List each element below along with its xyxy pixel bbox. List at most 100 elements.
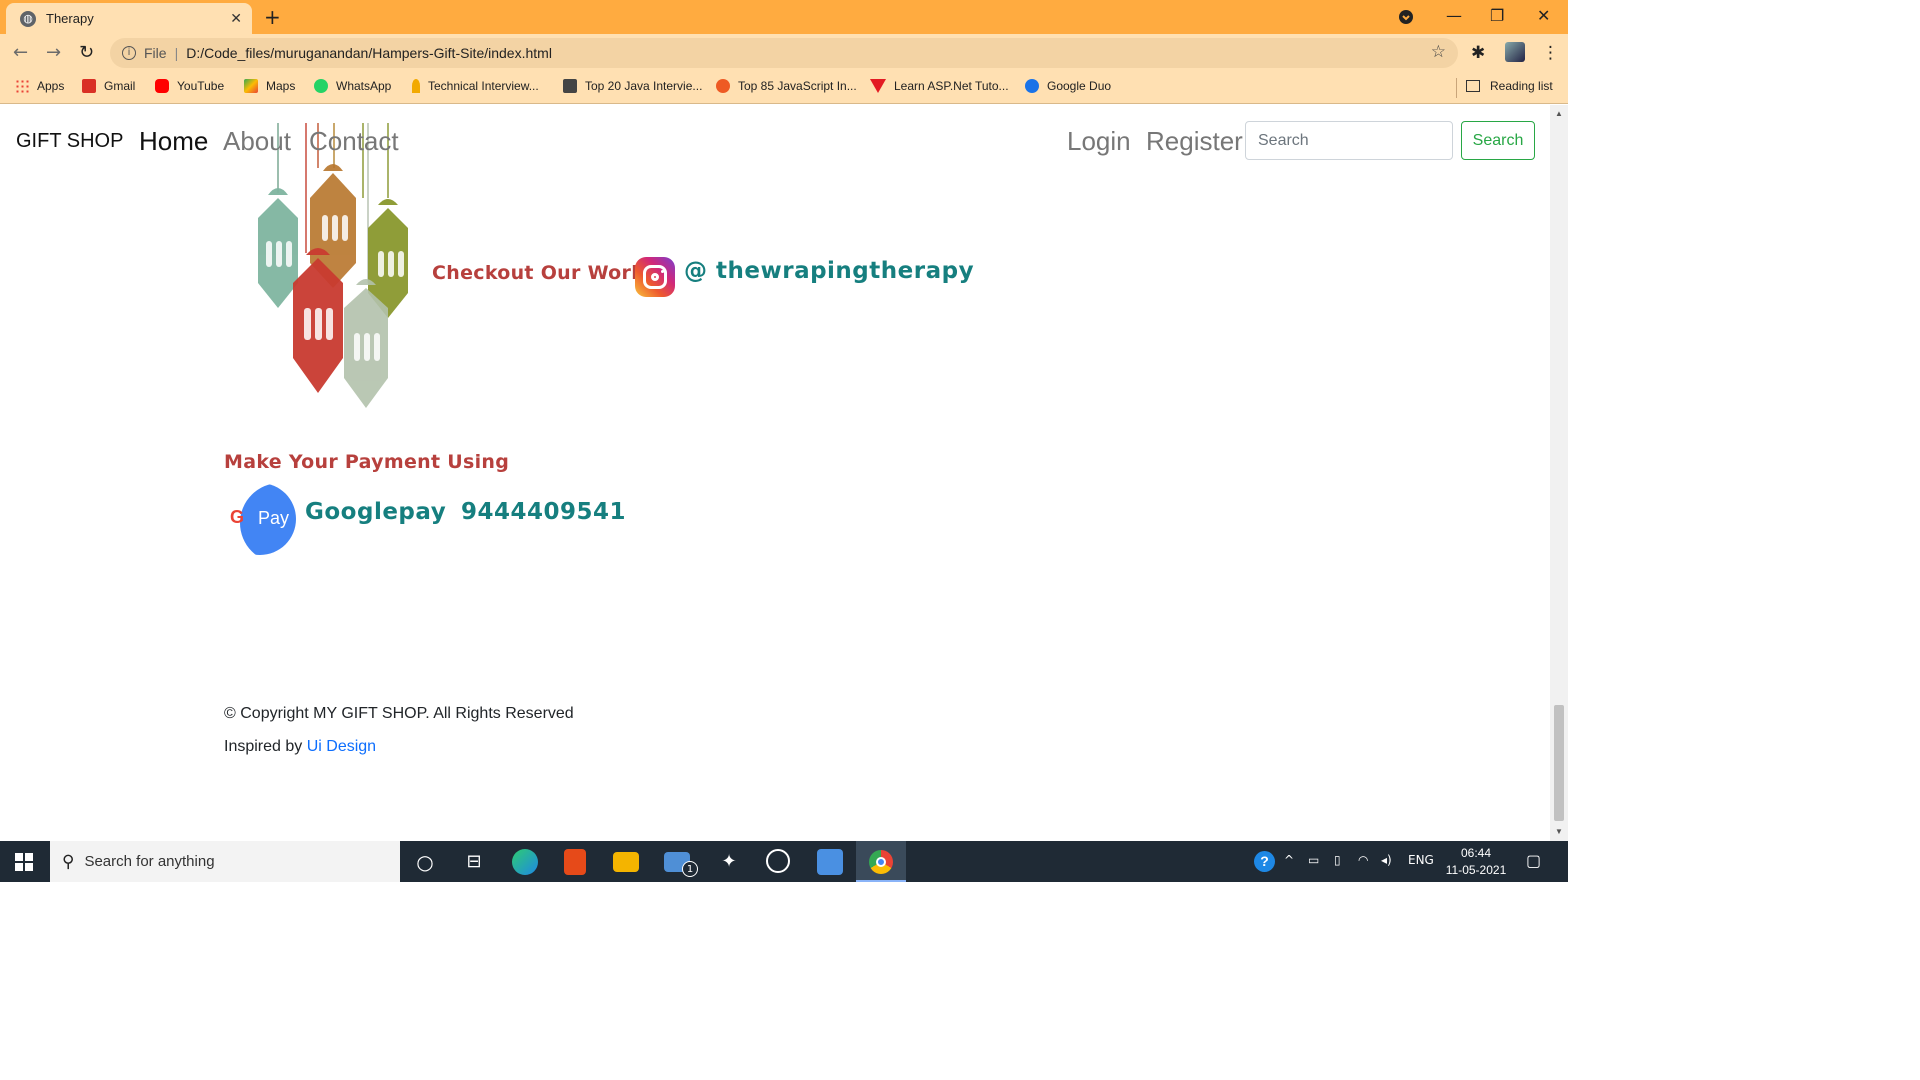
payment-method: Googlepay	[305, 499, 447, 525]
bookmark-technical-interview[interactable]: Technical Interview...	[412, 79, 539, 93]
minimize-icon[interactable]: —	[1446, 6, 1462, 25]
store-icon[interactable]	[817, 849, 843, 875]
bookmark-google-duo[interactable]: Google Duo	[1025, 79, 1111, 93]
register-link[interactable]: Register	[1146, 126, 1243, 157]
search-button[interactable]: Search	[1461, 121, 1535, 160]
globe-icon: ◍	[20, 10, 36, 27]
instagram-icon[interactable]	[635, 257, 675, 297]
google-duo-icon	[1025, 79, 1039, 93]
maps-icon	[244, 79, 258, 93]
nav-contact[interactable]: Contact	[309, 126, 399, 157]
browser-toolbar: ← → ↻ i File | D:/Code_files/murugananda…	[0, 34, 1568, 72]
apps-grid-icon	[15, 79, 29, 93]
new-tab-button[interactable]: +	[264, 5, 281, 29]
help-icon[interactable]: ?	[1254, 851, 1275, 872]
bookmark-label: Apps	[37, 79, 65, 93]
file-explorer-icon[interactable]	[613, 852, 639, 872]
dropbox-icon[interactable]: ✦	[716, 849, 742, 875]
nav-home[interactable]: Home	[139, 126, 208, 157]
ui-design-link[interactable]: Ui Design	[307, 738, 376, 755]
task-view-icon[interactable]: ⊟	[461, 849, 487, 875]
technical-interview-icon	[412, 79, 420, 93]
search-input[interactable]: Search	[1245, 121, 1453, 160]
bookmark-label: WhatsApp	[336, 79, 392, 93]
chevron-up-icon[interactable]: ^	[1284, 853, 1294, 867]
url-scheme: File	[144, 45, 167, 61]
bookmark-label: Gmail	[104, 79, 136, 93]
close-window-icon[interactable]: ✕	[1537, 6, 1550, 25]
bookmark-youtube[interactable]: YouTube	[155, 79, 224, 93]
payment-phone: 9444409541	[461, 499, 627, 525]
youtube-icon	[155, 79, 169, 93]
bookmark-java-interview[interactable]: Top 20 Java Intervie...	[563, 79, 702, 93]
taskbar-search-placeholder: Search for anything	[84, 853, 215, 870]
restore-icon[interactable]: ❐	[1490, 6, 1504, 25]
browser-tab[interactable]: ◍ Therapy ✕	[6, 3, 252, 34]
tab-title: Therapy	[46, 11, 94, 26]
edge-icon[interactable]	[512, 849, 538, 875]
checkout-text: Checkout Our Work	[432, 262, 645, 284]
clock-date: 11-05-2021	[1445, 863, 1507, 877]
office-icon[interactable]	[564, 849, 586, 875]
bookmarks-bar: Apps Gmail YouTube Maps WhatsApp Technic…	[0, 72, 1568, 104]
navbar-brand[interactable]: GIFT SHOP	[16, 130, 123, 153]
asp-net-icon	[870, 79, 886, 93]
search-icon: ⚲	[62, 851, 75, 872]
instagram-dot	[661, 270, 664, 273]
nav-about[interactable]: About	[223, 126, 291, 157]
scroll-thumb[interactable]	[1554, 705, 1564, 821]
gpay-logo-text: Pay	[258, 508, 290, 528]
clock[interactable]: 06:44 11-05-2021	[1440, 845, 1512, 879]
bookmark-whatsapp[interactable]: WhatsApp	[314, 79, 391, 93]
device-icon[interactable]: ▯	[1334, 853, 1341, 867]
tab-search-icon[interactable]	[1398, 9, 1414, 29]
battery-icon[interactable]: ▭	[1308, 853, 1319, 867]
language-indicator[interactable]: ENG	[1408, 853, 1434, 867]
bookmark-label: YouTube	[177, 79, 225, 93]
bookmark-apps[interactable]: Apps	[15, 79, 64, 93]
java-site-icon	[563, 79, 577, 93]
address-bar[interactable]: i File | D:/Code_files/muruganandan/Hamp…	[110, 38, 1458, 68]
profile-avatar[interactable]	[1505, 42, 1525, 62]
gmail-icon	[82, 79, 96, 93]
login-link[interactable]: Login	[1067, 126, 1131, 157]
menu-icon[interactable]: ⋮	[1542, 43, 1559, 63]
instagram-lens	[651, 273, 659, 281]
info-icon[interactable]: i	[122, 46, 136, 60]
url-text[interactable]: D:/Code_files/muruganandan/Hampers-Gift-…	[186, 45, 552, 61]
copyright-text: © Copyright MY GIFT SHOP. All Rights Res…	[224, 705, 574, 722]
chrome-center	[876, 857, 886, 867]
close-tab-icon[interactable]: ✕	[230, 11, 242, 27]
instagram-frame	[643, 265, 667, 289]
bookmark-label: Maps	[266, 79, 296, 93]
bookmark-label: Google Duo	[1047, 79, 1112, 93]
bookmark-asp-net[interactable]: Learn ASP.Net Tuto...	[870, 79, 1009, 93]
page-scrollbar[interactable]: ▲ ▼	[1550, 105, 1568, 841]
app-icon[interactable]	[766, 849, 790, 873]
bookmark-label: Top 20 Java Intervie...	[585, 79, 703, 93]
forward-icon[interactable]: →	[46, 42, 61, 63]
tab-strip: ◍ Therapy ✕ + — ❐ ✕	[0, 0, 1568, 34]
instagram-handle[interactable]: @ thewrapingtherapy	[684, 258, 974, 284]
bookmark-label: Technical Interview...	[428, 79, 539, 93]
bookmark-javascript-interview[interactable]: Top 85 JavaScript In...	[716, 79, 857, 93]
wifi-icon[interactable]: ◠	[1358, 853, 1368, 867]
taskbar-search[interactable]: ⚲ Search for anything	[50, 841, 400, 882]
payment-title: Make Your Payment Using	[224, 451, 510, 473]
windows-start-icon[interactable]	[15, 853, 33, 871]
bookmark-gmail[interactable]: Gmail	[82, 79, 135, 93]
cortana-icon[interactable]: ○	[412, 849, 438, 875]
google-pay-icon: G Pay	[224, 483, 296, 555]
bookmark-maps[interactable]: Maps	[244, 79, 295, 93]
chrome-taskbar-button[interactable]	[856, 841, 906, 882]
clock-time: 06:44	[1460, 846, 1492, 860]
scroll-up-icon[interactable]: ▲	[1555, 109, 1563, 118]
extensions-icon[interactable]: ✱	[1471, 43, 1485, 63]
reload-icon[interactable]: ↻	[79, 42, 94, 63]
bookmark-star-icon[interactable]: ☆	[1431, 42, 1446, 62]
volume-icon[interactable]: ◂)	[1381, 853, 1392, 867]
scroll-down-icon[interactable]: ▼	[1555, 827, 1563, 836]
notification-icon[interactable]: ▢	[1526, 851, 1541, 870]
reading-list-button[interactable]: Reading list	[1466, 79, 1553, 93]
back-icon[interactable]: ←	[13, 42, 28, 63]
